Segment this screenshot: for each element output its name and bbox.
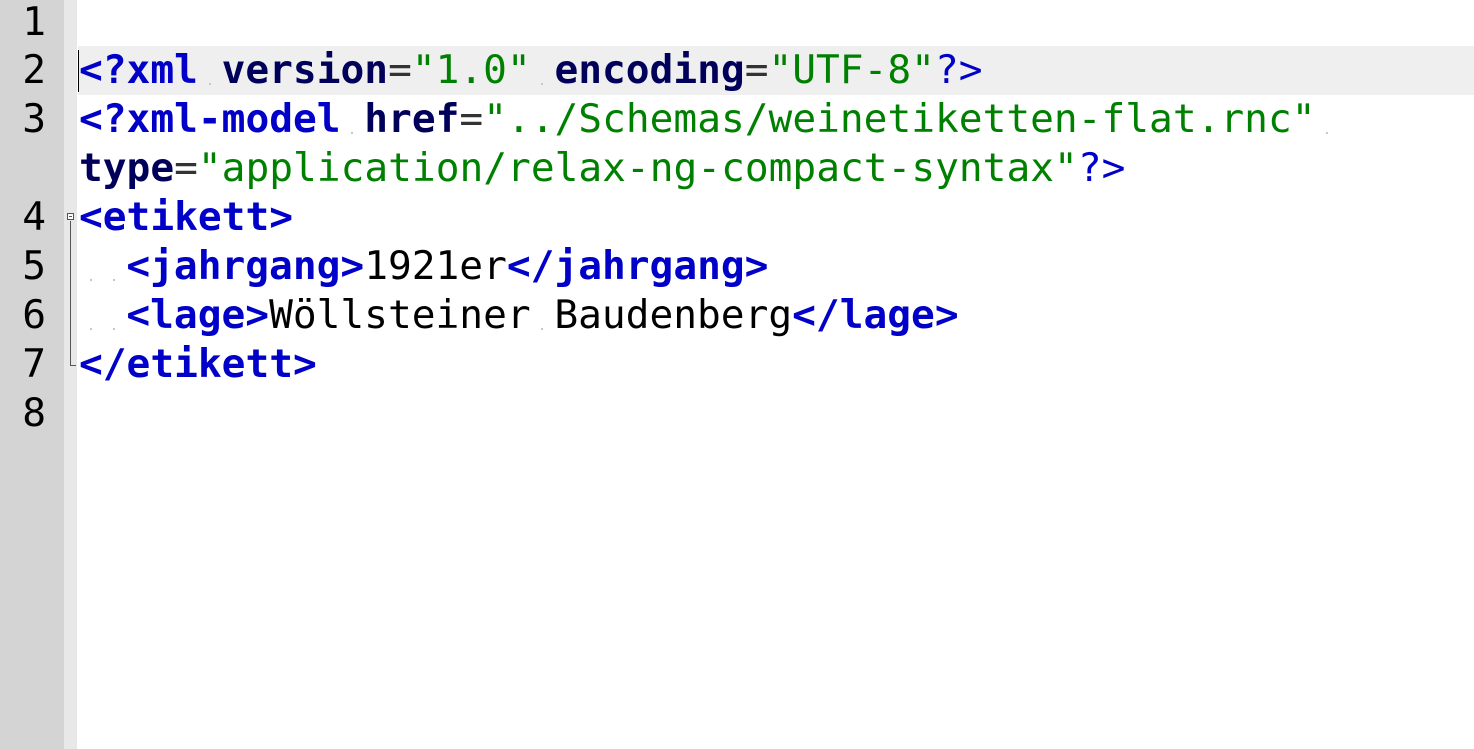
line-number: 2: [22, 47, 46, 93]
pi-close: ?>: [1077, 145, 1126, 191]
attribute-name: encoding: [554, 47, 745, 93]
pi-open: <?xml: [79, 47, 198, 93]
attribute-name: href: [364, 96, 460, 142]
code-line-5[interactable]: <jahrgang>1921er</jahrgang>: [79, 242, 768, 291]
element-close-tag: </lage>: [792, 292, 959, 338]
equals-sign: =: [459, 96, 484, 142]
line-number-gutter: 1 2 3 4 5 6 7 8: [0, 0, 64, 749]
line-number: 3: [22, 96, 46, 142]
fold-guide-line: [70, 221, 71, 366]
fold-margin: [64, 0, 77, 749]
attribute-name: version: [221, 47, 389, 93]
element-close-tag: </etikett>: [79, 341, 317, 387]
element-open-tag: <lage>: [126, 292, 270, 338]
attribute-value: "UTF-8": [768, 47, 935, 93]
code-line-3-wrap[interactable]: type="application/relax-ng-compact-synta…: [79, 144, 1125, 193]
attribute-value: "application/relax-ng-compact-syntax": [197, 145, 1078, 191]
element-open-tag: <jahrgang>: [126, 243, 365, 289]
code-line-7[interactable]: </etikett>: [79, 340, 317, 389]
code-line-2[interactable]: <?xml version="1.0" encoding="UTF-8"?>: [79, 46, 983, 95]
code-line-6[interactable]: <lage>Wöllsteiner Baudenberg</lage>: [79, 291, 959, 340]
element-text: Wöllsteiner: [269, 292, 531, 338]
pi-close: ?>: [934, 47, 983, 93]
equals-sign: =: [744, 47, 769, 93]
line-number: 1: [22, 0, 46, 45]
element-text: 1921er: [364, 243, 507, 289]
code-line-4[interactable]: <etikett>: [79, 193, 293, 242]
attribute-value: "../Schemas/weinetiketten-flat.rnc": [483, 96, 1316, 142]
line-number: 6: [22, 292, 46, 338]
equals-sign: =: [388, 47, 412, 93]
attribute-value: "1.0": [411, 47, 531, 93]
pi-open: <?xml-model: [79, 96, 341, 142]
equals-sign: =: [174, 145, 198, 191]
element-close-tag: </jahrgang>: [506, 243, 769, 289]
code-line-3[interactable]: <?xml-model href="../Schemas/weinetikette…: [79, 95, 1339, 144]
element-text: Baudenberg: [554, 292, 793, 338]
line-number: 5: [22, 243, 46, 289]
fold-end-marker: [70, 365, 76, 366]
line-number: 7: [22, 341, 46, 387]
attribute-name: type: [79, 145, 175, 191]
element-open-tag: <etikett>: [79, 194, 294, 240]
line-number: 8: [22, 390, 46, 436]
code-editor[interactable]: 1 2 3 4 5 6 7 8 <?xml version="1.0" encodi…: [0, 0, 1474, 749]
fold-collapse-icon[interactable]: [67, 213, 74, 220]
line-number: 4: [22, 194, 46, 240]
